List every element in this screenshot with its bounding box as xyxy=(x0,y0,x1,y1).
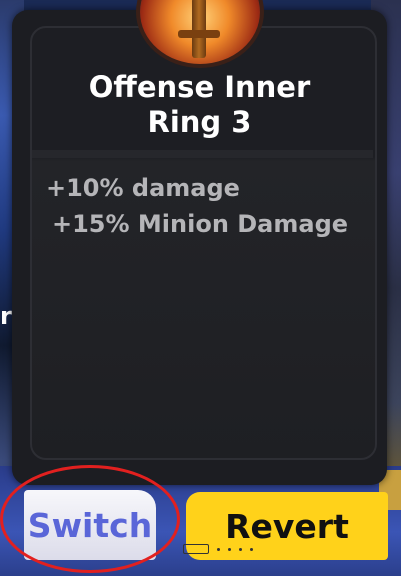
page-dot xyxy=(239,547,242,551)
page-dot xyxy=(217,547,220,551)
stat-minion-damage: +15% Minion Damage xyxy=(52,210,349,238)
page-dot xyxy=(228,547,231,551)
stat-damage: +10% damage xyxy=(46,174,240,202)
ring-title: Offense Inner Ring 3 xyxy=(12,70,387,140)
sword-blade xyxy=(192,0,206,58)
page-indicator xyxy=(183,543,273,555)
highlight-annotation-circle xyxy=(0,465,180,573)
ring-title-line1: Offense Inner xyxy=(88,70,311,104)
page-dot-active xyxy=(183,544,209,554)
background-edge-text: r xyxy=(0,302,12,330)
header-divider xyxy=(32,150,373,158)
sword-guard xyxy=(178,30,220,38)
page-dot xyxy=(250,547,253,551)
ring-title-line2: Ring 3 xyxy=(147,105,252,139)
